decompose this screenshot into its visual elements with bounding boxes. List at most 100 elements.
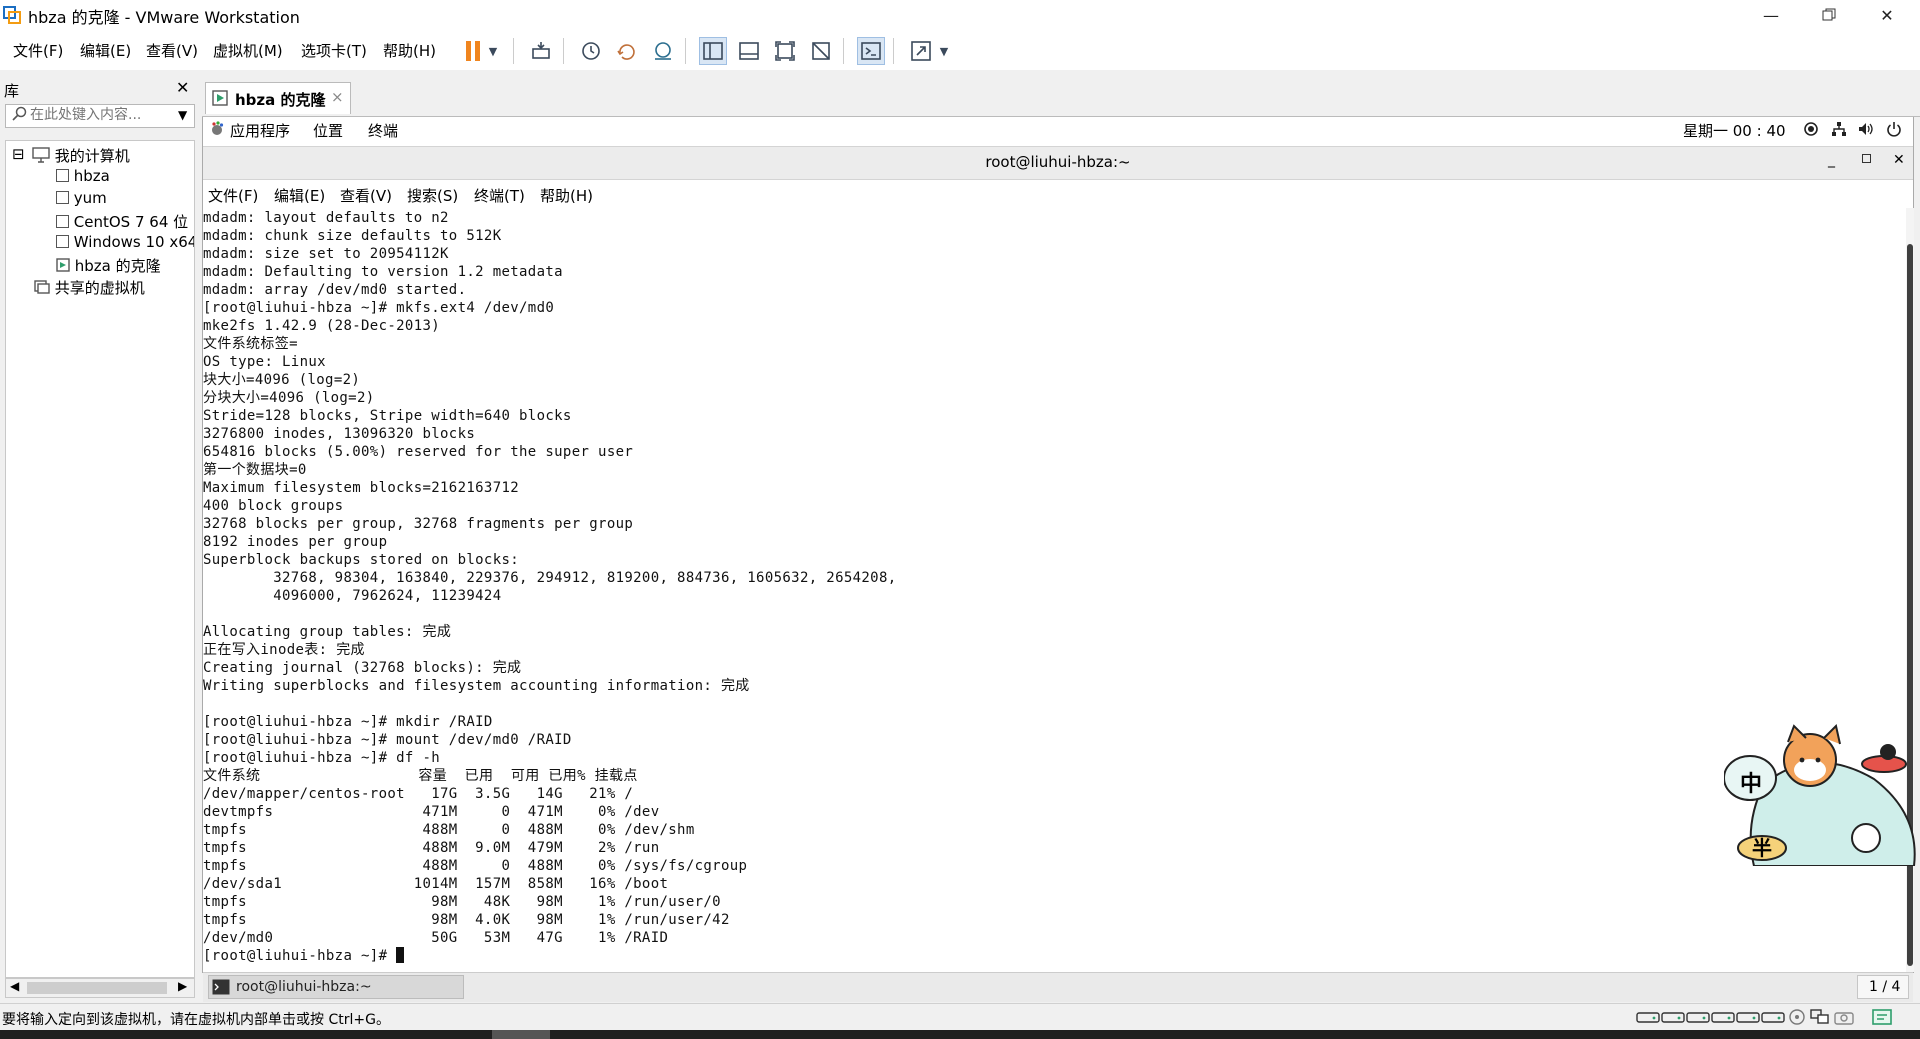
- toolbar-separator: [685, 38, 686, 64]
- menu-tabs[interactable]: 选项卡(T): [301, 40, 367, 61]
- terminal-line: 文件系统 容量 已用 可用 已用% 挂载点: [203, 768, 638, 784]
- tree-item-yum[interactable]: yum: [56, 189, 107, 207]
- pause-button[interactable]: [459, 37, 487, 65]
- network-icon[interactable]: [1831, 121, 1847, 137]
- tab-label: hbza 的克隆: [235, 91, 326, 109]
- terminal-maximize-button[interactable]: [1862, 154, 1871, 163]
- volume-icon[interactable]: [1858, 121, 1874, 137]
- terminal-menu-terminal[interactable]: 终端(T): [474, 185, 525, 206]
- menu-view[interactable]: 查看(V): [146, 40, 198, 61]
- ime-width-label[interactable]: 半: [1752, 832, 1772, 861]
- tree-label: yum: [73, 189, 107, 207]
- terminal-line: 块大小=4096 (log=2): [203, 372, 361, 388]
- running-vm-icon: [56, 258, 70, 272]
- tree-expander-icon[interactable]: ⊟: [12, 145, 25, 163]
- power-icon[interactable]: [1886, 121, 1902, 137]
- stretch-button[interactable]: [907, 37, 935, 65]
- terminal-line: OS type: Linux: [203, 354, 326, 370]
- terminal-line: tmpfs 488M 9.0M 479M 2% /run: [203, 840, 660, 856]
- guest-menu-places[interactable]: 位置: [313, 120, 343, 141]
- record-icon[interactable]: [1803, 121, 1819, 137]
- vm-icon: [56, 215, 69, 228]
- unity-button[interactable]: [807, 37, 835, 65]
- terminal-menu-view[interactable]: 查看(V): [340, 185, 392, 206]
- computer-icon: [32, 147, 50, 163]
- revert-snapshot-button[interactable]: [613, 37, 641, 65]
- terminal-line: 8192 inodes per group: [203, 534, 388, 550]
- terminal-close-button[interactable]: ✕: [1893, 152, 1905, 168]
- hard-disk-icon[interactable]: [1736, 1009, 1760, 1025]
- scroll-thumb[interactable]: [27, 982, 167, 994]
- terminal-line: 3276800 inodes, 13096320 blocks: [203, 426, 476, 442]
- power-dropdown-button[interactable]: ▼: [485, 37, 501, 65]
- hard-disk-icon[interactable]: [1711, 1009, 1735, 1025]
- console-view-button[interactable]: [857, 37, 885, 65]
- menu-file[interactable]: 文件(F): [13, 40, 63, 61]
- terminal-line: 第一个数据块=0: [203, 462, 307, 478]
- shared-vms-icon: [34, 280, 50, 294]
- library-close-button[interactable]: ✕: [176, 78, 189, 97]
- show-library-button[interactable]: [699, 37, 727, 65]
- tree-label: hbza 的克隆: [74, 257, 161, 275]
- camera-icon[interactable]: [1834, 1009, 1854, 1025]
- close-window-button[interactable]: ✕: [1864, 0, 1910, 30]
- snapshot-manager-button[interactable]: [649, 37, 677, 65]
- restore-button[interactable]: [1806, 0, 1852, 30]
- scroll-right-icon[interactable]: ▶: [178, 979, 187, 993]
- guest-menu-terminal[interactable]: 终端: [368, 120, 398, 141]
- network-adapter-icon[interactable]: [1810, 1009, 1830, 1025]
- terminal-line: devtmpfs 471M 0 471M 0% /dev: [203, 804, 660, 820]
- minimize-button[interactable]: —: [1748, 0, 1794, 30]
- toolbar-separator: [513, 38, 514, 64]
- send-keys-icon: [532, 42, 550, 59]
- terminal-icon: [212, 979, 230, 995]
- terminal-menu-search[interactable]: 搜索(S): [407, 185, 458, 206]
- vm-tab-strip: [202, 76, 1920, 117]
- stretch-dropdown-button[interactable]: ▼: [936, 37, 952, 65]
- tree-item-hbza[interactable]: hbza: [56, 167, 110, 185]
- snapshot-button[interactable]: [577, 37, 605, 65]
- guest-clock[interactable]: 星期一 00 : 40: [1683, 120, 1786, 141]
- full-screen-button[interactable]: [771, 37, 799, 65]
- terminal-line: 正在写入inode表: 完成: [203, 642, 365, 658]
- show-thumbnail-button[interactable]: [735, 37, 763, 65]
- terminal-line: [root@liuhui-hbza ~]# mount /dev/md0 /RA…: [203, 732, 572, 748]
- menu-edit[interactable]: 编辑(E): [80, 40, 131, 61]
- menu-help[interactable]: 帮助(H): [383, 40, 436, 61]
- hard-disk-icon[interactable]: [1661, 1009, 1685, 1025]
- terminal-title: root@liuhui-hbza:~: [985, 153, 1131, 171]
- send-keys-button[interactable]: [527, 37, 555, 65]
- menu-vm[interactable]: 虚拟机(M): [213, 40, 283, 61]
- terminal-output: mdadm: layout defaults to n2 mdadm: chun…: [203, 209, 897, 965]
- tree-item-hbza-clone[interactable]: hbza 的克隆: [56, 255, 161, 276]
- search-dropdown-button[interactable]: ▼: [178, 108, 187, 122]
- ime-mode-label[interactable]: 中: [1740, 766, 1762, 798]
- library-search-input[interactable]: [30, 106, 165, 124]
- tree-item-centos7[interactable]: CentOS 7 64 位: [56, 211, 188, 232]
- hard-disk-icon[interactable]: [1686, 1009, 1710, 1025]
- terminal-menu-help[interactable]: 帮助(H): [540, 185, 593, 206]
- message-log-icon[interactable]: [1872, 1009, 1892, 1027]
- tab-close-button[interactable]: ×: [331, 88, 344, 106]
- toolbar-separator: [893, 38, 894, 64]
- terminal-minimize-button[interactable]: _: [1828, 152, 1835, 168]
- terminal-line: tmpfs 98M 4.0K 98M 1% /run/user/42: [203, 912, 730, 928]
- vm-icon: [56, 169, 69, 182]
- tree-item-shared-vms[interactable]: 共享的虚拟机: [34, 277, 145, 298]
- tree-item-my-computer[interactable]: 我的计算机: [32, 145, 130, 166]
- hard-disk-icon[interactable]: [1761, 1009, 1785, 1025]
- workspace-label: 1 / 4: [1869, 979, 1901, 995]
- terminal-menu-edit[interactable]: 编辑(E): [274, 185, 325, 206]
- tree-item-windows10[interactable]: Windows 10 x64: [56, 233, 194, 251]
- cd-dvd-icon[interactable]: [1788, 1009, 1806, 1025]
- toolbar-separator: [843, 38, 844, 64]
- terminal-line: 32768, 98304, 163840, 229376, 294912, 81…: [203, 570, 897, 586]
- scroll-left-icon[interactable]: ◀: [10, 979, 19, 993]
- tree-label: Windows 10 x64: [73, 233, 194, 251]
- terminal-menu-file[interactable]: 文件(F): [208, 185, 258, 206]
- hard-disk-icon[interactable]: [1636, 1009, 1660, 1025]
- terminal-line: 4096000, 7962624, 11239424: [203, 588, 502, 604]
- terminal-line: mdadm: Defaulting to version 1.2 metadat…: [203, 264, 563, 280]
- terminal-line: 32768 blocks per group, 32768 fragments …: [203, 516, 634, 532]
- guest-menu-applications[interactable]: 应用程序: [230, 120, 290, 141]
